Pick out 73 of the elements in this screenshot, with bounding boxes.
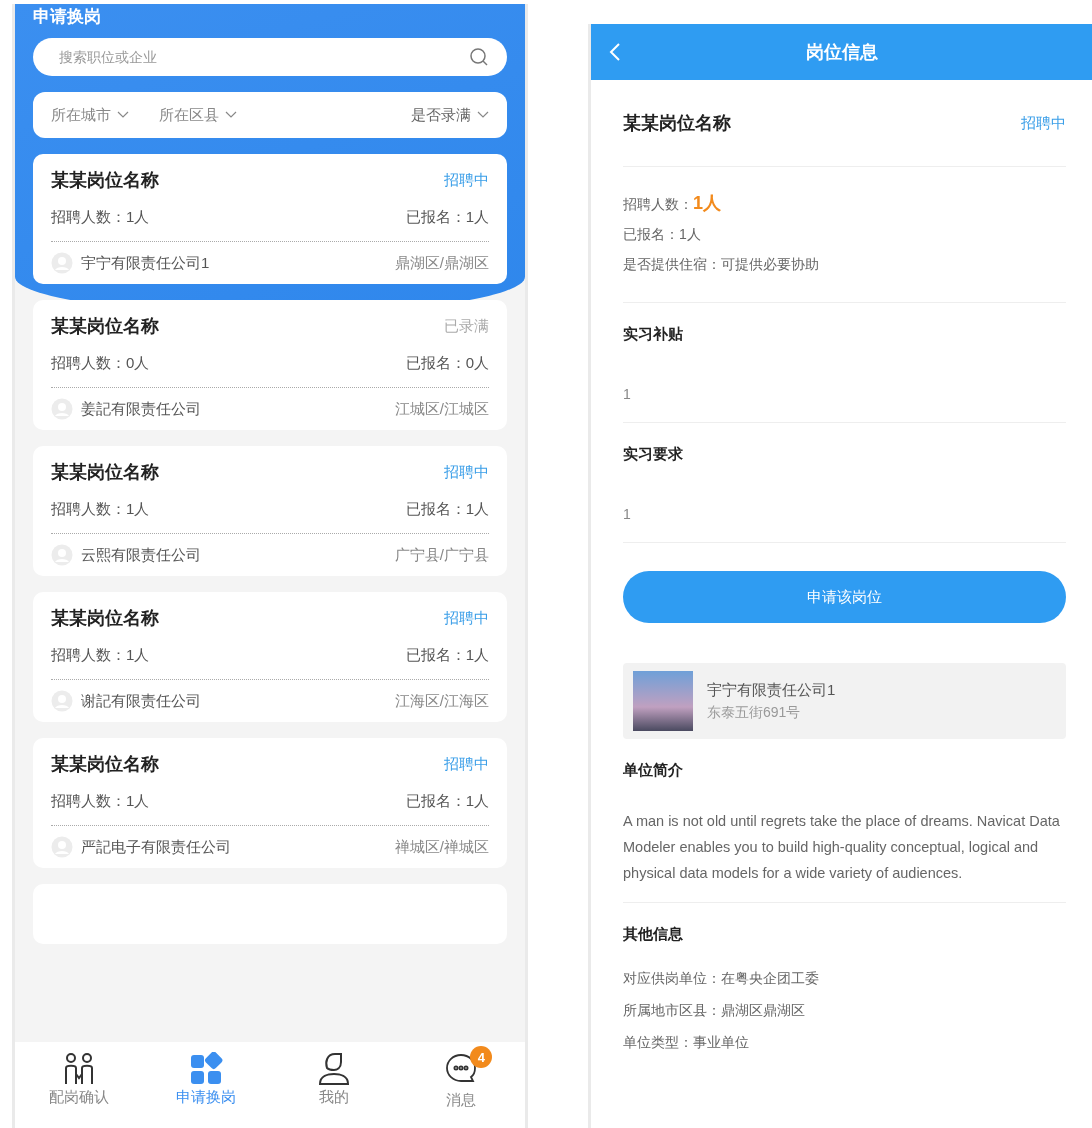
chevron-down-icon (477, 111, 489, 119)
district-text: 广宁县/广宁县 (394, 545, 489, 565)
job-card[interactable]: 某某岗位名称 招聘中 招聘人数：1人 已报名：1人 宇宁有限责任公司1 鼎湖区/鼎湖区 (33, 154, 507, 284)
company-name: 宇宁有限责任公司1 (707, 680, 836, 700)
job-status: 招聘中 (444, 170, 489, 190)
section-heading: 实习补贴 (623, 325, 684, 344)
section-value: 1 (623, 385, 632, 404)
chevron-down-icon (117, 111, 129, 119)
job-card[interactable]: 某某岗位名称 已录满 招聘人数：0人 已报名：0人 姜記有限责任公司 江城区/江城区 (33, 300, 507, 430)
job-status: 招聘中 (444, 754, 489, 774)
company-name: 云熙有限责任公司 (81, 545, 201, 565)
tab-item[interactable]: 我的 (283, 1042, 384, 1118)
photo-placeholder (633, 671, 693, 731)
applied-count: 已报名：1人 (623, 225, 702, 244)
applied-count: 已报名：1人 (405, 792, 489, 811)
applied-count: 已报名：1人 (405, 500, 489, 519)
openings-value: 1人 (693, 193, 721, 213)
job-card[interactable]: 某某岗位名称 招聘中 招聘人数：1人 已报名：1人 严記电子有限责任公司 禅城区/禅城区 (33, 738, 507, 868)
applied-count: 已报名：1人 (405, 208, 489, 227)
filter-dropdown[interactable]: 所在城市 (51, 105, 129, 125)
district-text: 江城区/江城区 (394, 399, 489, 419)
openings-label: 招聘人数： (623, 196, 693, 212)
back-icon[interactable] (609, 42, 621, 62)
chevron-down-icon (225, 111, 237, 119)
company-name: 谢記有限责任公司 (81, 691, 201, 711)
info-line: 所属地市区县：鼎湖区鼎湖区 (623, 1001, 806, 1020)
search-field[interactable]: 搜索职位或企业 (33, 38, 507, 76)
screen-title: 岗位信息 (805, 41, 878, 64)
section-heading: 单位简介 (623, 761, 684, 780)
job-card[interactable]: 某某岗位名称 招聘中 招聘人数：1人 已报名：1人 谢記有限责任公司 江海区/江海区 (33, 592, 507, 722)
job-title: 某某岗位名称 (51, 753, 159, 776)
job-title: 某某岗位名称 (51, 461, 159, 484)
applied-count: 已报名：0人 (405, 354, 489, 373)
person-icon (316, 1052, 351, 1086)
tab-item[interactable]: 配岗确认 (28, 1042, 129, 1118)
job-title: 某某岗位名称 (51, 607, 159, 630)
job-status: 招聘中 (1021, 113, 1066, 133)
openings-count: 招聘人数：1人 (51, 500, 150, 519)
filter-dropdown[interactable]: 所在区县 (159, 105, 237, 125)
company-name: 宇宁有限责任公司1 (81, 253, 210, 273)
job-title: 某某岗位名称 (623, 112, 731, 135)
district-text: 江海区/江海区 (394, 691, 489, 711)
district-text: 禅城区/禅城区 (394, 837, 489, 857)
intro-paragraph: A man is not old until regrets take the place of dreams. Navicat Data Modeler enables you to build high-quality conceptual, logical and physical data models for a wide variety of audiences. (623, 812, 1061, 883)
grid-icon (189, 1052, 224, 1086)
section-value: 1 (623, 505, 632, 524)
job-status: 已录满 (444, 316, 489, 336)
district-text: 鼎湖区/鼎湖区 (394, 253, 489, 273)
company-name: 严記电子有限责任公司 (81, 837, 231, 857)
job-status: 招聘中 (444, 608, 489, 628)
job-card[interactable]: 某某岗位名称 招聘中 招聘人数：1人 已报名：1人 云熙有限责任公司 广宁县/广宁县 (33, 446, 507, 576)
unread-badge: 4 (470, 1046, 493, 1068)
section-heading: 其他信息 (623, 925, 684, 944)
job-title: 某某岗位名称 (51, 169, 159, 192)
company-card[interactable]: 宇宁有限责任公司1 东泰五街691号 (623, 663, 1066, 739)
company-address: 东泰五街691号 (707, 703, 802, 722)
openings-count: 招聘人数：0人 (51, 354, 150, 373)
job-title: 某某岗位名称 (51, 315, 159, 338)
openings-count: 招聘人数：1人 (51, 208, 150, 227)
section-heading: 实习要求 (623, 445, 684, 464)
tab-item[interactable]: 4 消息 (411, 1042, 512, 1118)
openings-count: 招聘人数：1人 (51, 646, 150, 665)
job-status: 招聘中 (444, 462, 489, 482)
filter-dropdown[interactable]: 是否录满 (411, 105, 489, 125)
housing-text: 是否提供住宿：可提供必要协助 (623, 255, 820, 274)
search-icon[interactable] (469, 47, 489, 67)
openings-count: 招聘人数：1人 (51, 792, 150, 811)
company-name: 姜記有限责任公司 (81, 399, 201, 419)
tab-item[interactable]: 申请换岗 (156, 1042, 257, 1118)
applied-count: 已报名：1人 (405, 646, 489, 665)
page-title: 申请换岗 (33, 6, 102, 28)
info-line: 对应供岗单位：在粤央企团工委 (623, 969, 820, 988)
info-line: 单位类型：事业单位 (623, 1033, 750, 1052)
